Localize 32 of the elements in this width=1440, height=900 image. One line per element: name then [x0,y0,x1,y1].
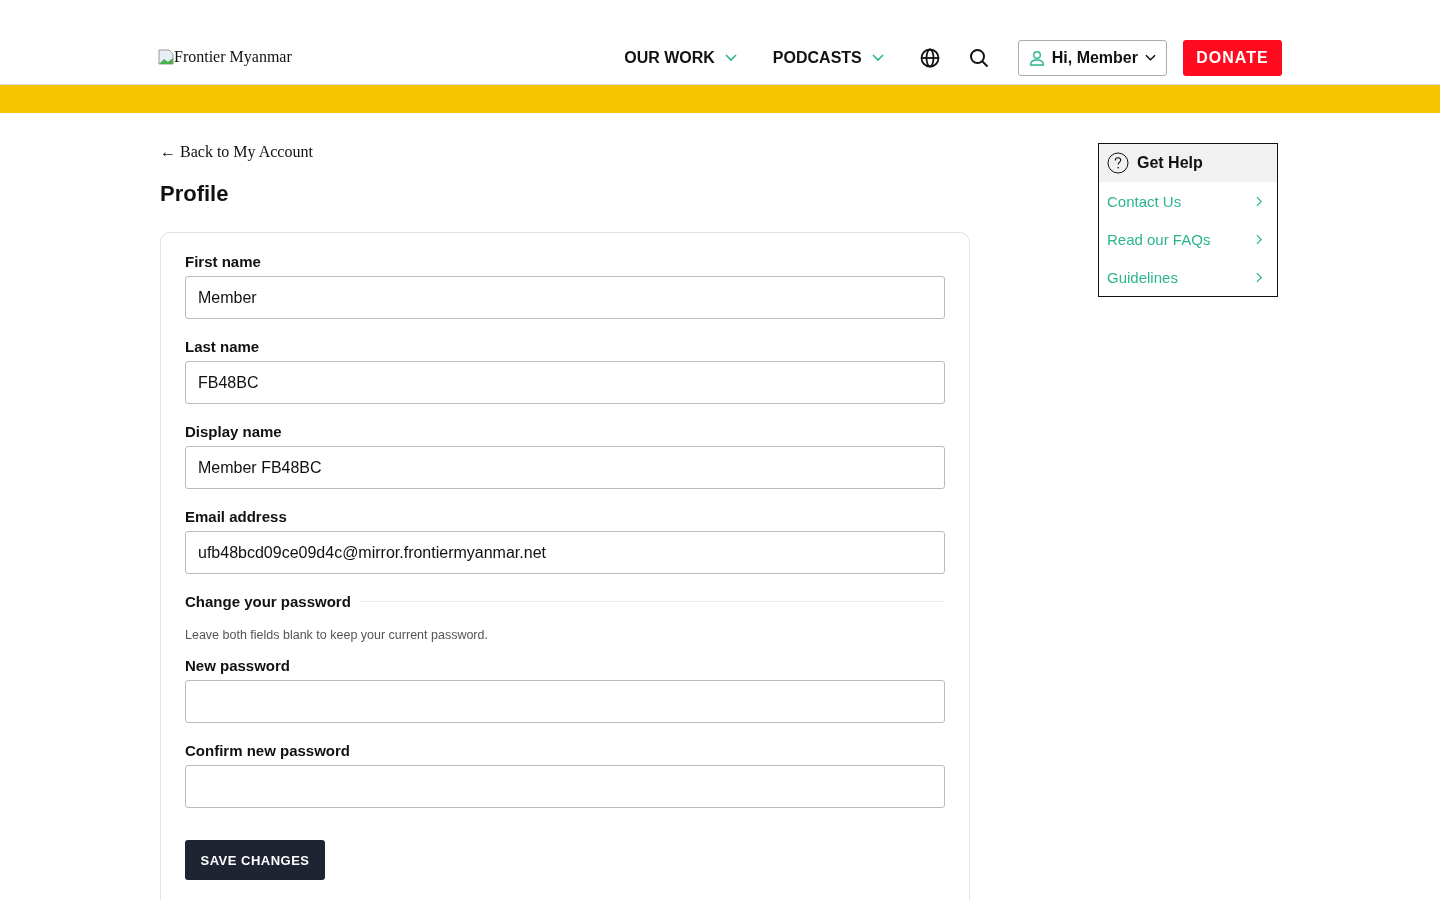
search-icon[interactable] [968,48,989,68]
field-label: First name [185,253,262,270]
input-field[interactable]: Member [185,276,945,319]
question-icon [1107,152,1129,174]
globe-icon[interactable] [919,48,940,68]
field-label: Email address [185,508,288,525]
chevron-right-icon [1256,233,1263,245]
nav-link[interactable]: OUR WORK [624,49,737,67]
broken-image-icon [158,49,174,65]
password-field[interactable] [185,680,945,723]
password-field[interactable] [185,765,945,808]
field-label: Last name [185,338,261,355]
nav-link[interactable]: PODCASTS [772,49,884,67]
input-field[interactable]: FB48BC [185,361,945,404]
section-heading: Change your password [185,593,351,610]
chevron-down-icon [1145,54,1156,62]
hint-text: Leave both fields blank to keep your current password. [185,628,489,642]
input-field[interactable]: Member FB48BC [185,446,945,489]
input-field[interactable]: ufb48bcd09ce09d4c@mirror.frontiermyanmar.net [185,531,945,574]
back-link[interactable]: ← Back to My Account [160,143,970,161]
donate-button[interactable]: DONATE [1183,40,1282,76]
field-label: New password [185,657,292,674]
account-button[interactable]: Hi, Member [1017,40,1167,76]
field-label: Display name [185,423,283,440]
field-label: Confirm new password [185,742,352,759]
logo-link[interactable]: Frontier Myanmar [158,48,292,66]
chevron-right-icon [1256,195,1263,207]
chevron-right-icon [1256,271,1263,283]
help-title: Get Help [1137,154,1203,172]
user-icon [1028,50,1045,66]
page-title: Profile [160,181,230,207]
save-button[interactable]: SAVE CHANGES [185,840,325,880]
